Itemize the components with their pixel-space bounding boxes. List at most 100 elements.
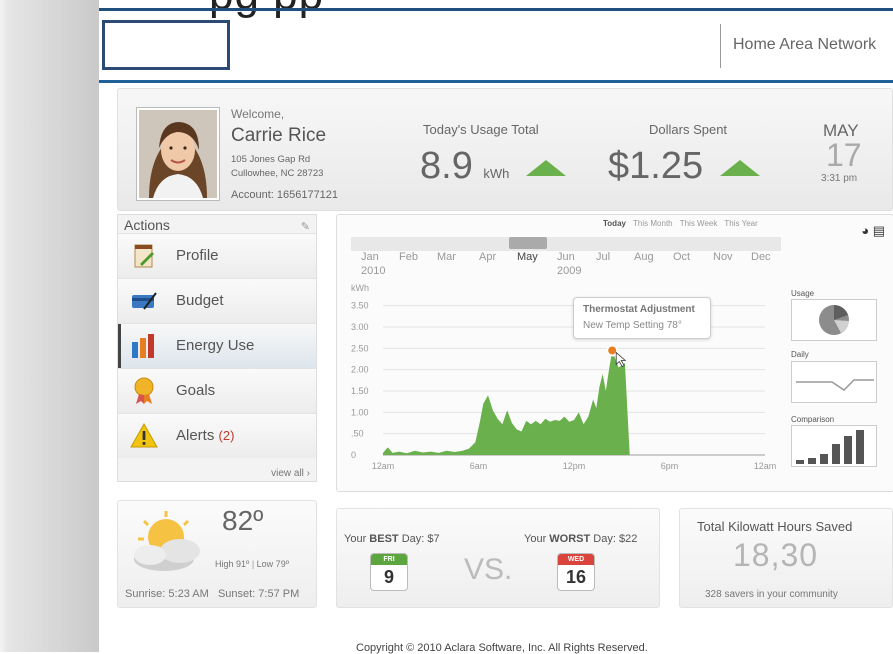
usage-chart: 0.501.001.502.002.503.003.50kWh12am6am12…	[337, 215, 787, 491]
usage-area	[383, 350, 630, 455]
high-low: High 91º | Low 79º	[215, 559, 289, 569]
trend-up-icon	[526, 160, 566, 176]
best-prefix: Your	[344, 533, 369, 545]
usage-thumbnail[interactable]	[791, 299, 877, 341]
actions-title: Actions	[124, 217, 170, 233]
y-tick-label: 0	[351, 450, 356, 460]
mouse-cursor-icon	[616, 352, 625, 366]
usage-value: 8.9	[420, 145, 473, 187]
worst-day-name: WED	[558, 554, 594, 565]
action-goals[interactable]: Goals	[118, 368, 316, 413]
date-time: 3:31 pm	[821, 173, 857, 184]
goals-icon	[130, 377, 158, 405]
action-budget[interactable]: Budget	[118, 278, 316, 323]
pie-view-icon[interactable]: ◕	[861, 223, 869, 238]
budget-icon	[130, 287, 158, 315]
action-label: Profile	[176, 247, 219, 264]
action-alerts[interactable]: Alerts (2)	[118, 413, 316, 458]
comparison-thumbnail[interactable]	[791, 425, 877, 467]
actions-header: Actions ✎	[118, 215, 316, 233]
action-energy-use[interactable]: Energy Use	[118, 323, 316, 368]
kwh-saved-counter: 18,30	[733, 537, 818, 571]
top-rule	[99, 8, 893, 11]
current-temp: 82º	[222, 505, 263, 537]
best-suffix: Day: $7	[399, 533, 440, 545]
daily-thumb-label: Daily	[791, 350, 809, 359]
avatar[interactable]	[136, 107, 220, 201]
bar-view-icon[interactable]: ▤	[873, 223, 885, 238]
y-tick-label: 3.50	[351, 301, 369, 311]
x-tick-label: 12am	[754, 461, 777, 471]
profile-icon	[130, 242, 158, 270]
worst-suffix: Day: $22	[590, 533, 637, 545]
avatar-photo	[139, 110, 217, 198]
action-label: Energy Use	[176, 337, 254, 354]
user-address: 105 Jones Gap Rd Cullowhee, NC 28723	[231, 153, 323, 181]
weather-panel: 82º High 91º | Low 79º Sunrise: 5:23 AM …	[117, 500, 317, 608]
best-day-label: Your BEST Day: $7	[344, 533, 440, 545]
worst-word: WORST	[549, 533, 590, 545]
y-tick-label: 1.00	[351, 407, 369, 417]
summary-panel: Welcome, Carrie Rice 105 Jones Gap Rd Cu…	[117, 88, 893, 211]
header-divider	[720, 24, 721, 68]
y-tick-label: 2.50	[351, 343, 369, 353]
dollars-value: $1.25	[608, 145, 703, 187]
worst-day-label: Your WORST Day: $22	[524, 533, 637, 545]
page: pg pp Home Area Network Welcome, Carrie …	[99, 0, 893, 652]
best-word: BEST	[369, 533, 398, 545]
high-temp: High 91º	[215, 559, 249, 569]
worst-day-calendar[interactable]: WED 16	[557, 553, 595, 591]
kwh-saved-title: Total Kilowatt Hours Saved	[697, 519, 852, 534]
best-worst-panel: Your BEST Day: $7 FRI 9 VS. Your WORST D…	[336, 508, 660, 608]
line-chart-icon	[792, 362, 876, 402]
copyright: Copyright © 2010 Aclara Software, Inc. A…	[356, 642, 648, 654]
chart-view-toggle: ◕ ▤	[861, 223, 885, 239]
x-tick-label: 12pm	[563, 461, 586, 471]
usage-label: Today's Usage Total	[423, 122, 539, 137]
date-day: 17	[826, 137, 862, 174]
address-line-1: 105 Jones Gap Rd	[231, 153, 323, 167]
action-profile[interactable]: Profile	[118, 233, 316, 278]
daily-thumbnail[interactable]	[791, 361, 877, 403]
dollars-spent: $1.25	[608, 145, 760, 188]
action-label: Alerts	[176, 427, 214, 444]
event-tooltip: Thermostat Adjustment New Temp Setting 7…	[573, 297, 711, 339]
address-line-2: Cullowhee, NC 28723	[231, 167, 323, 181]
y-tick-label: .50	[351, 429, 364, 439]
y-axis-label: kWh	[351, 283, 369, 293]
user-name: Carrie Rice	[231, 125, 326, 147]
worst-day-date: 16	[558, 565, 594, 589]
alert-count: (2)	[219, 428, 235, 443]
usage-unit: kWh	[483, 166, 509, 181]
best-day-date: 9	[371, 565, 407, 589]
worst-prefix: Your	[524, 533, 549, 545]
view-all-link[interactable]: view all ›	[271, 468, 310, 479]
bar-chart-icon	[792, 426, 876, 466]
y-tick-label: 3.00	[351, 322, 369, 332]
actions-panel: Actions ✎ Profile Budget	[117, 214, 317, 482]
sunrise: Sunrise: 5:23 AM	[125, 588, 209, 600]
y-tick-label: 2.00	[351, 365, 369, 375]
usage-thumb-label: Usage	[791, 289, 814, 298]
x-tick-label: 12am	[372, 461, 395, 471]
savers-count: 328 savers in your community	[705, 589, 838, 600]
comparison-thumb-label: Comparison	[791, 415, 834, 424]
best-day-name: FRI	[371, 554, 407, 565]
best-day-calendar[interactable]: FRI 9	[370, 553, 408, 591]
event-marker	[607, 345, 617, 355]
energy-chart-panel: Today This Month This Week This Year ◕ ▤…	[336, 214, 893, 492]
kwh-saved-panel: Total Kilowatt Hours Saved 18,30 328 sav…	[679, 508, 893, 608]
trend-up-icon	[720, 160, 760, 176]
logo-placeholder	[102, 20, 230, 70]
alert-icon	[130, 422, 158, 450]
dollars-label: Dollars Spent	[649, 122, 727, 137]
versus-label: VS.	[464, 553, 512, 587]
welcome-label: Welcome,	[231, 107, 284, 121]
low-temp: Low 79º	[257, 559, 289, 569]
header-rule	[99, 80, 893, 83]
action-label: Goals	[176, 382, 215, 399]
x-tick-label: 6pm	[661, 461, 679, 471]
sunset: Sunset: 7:57 PM	[218, 588, 299, 600]
sun-times: Sunrise: 5:23 AM Sunset: 7:57 PM	[125, 588, 299, 600]
tooltip-subtitle: New Temp Setting 78°	[583, 320, 682, 331]
